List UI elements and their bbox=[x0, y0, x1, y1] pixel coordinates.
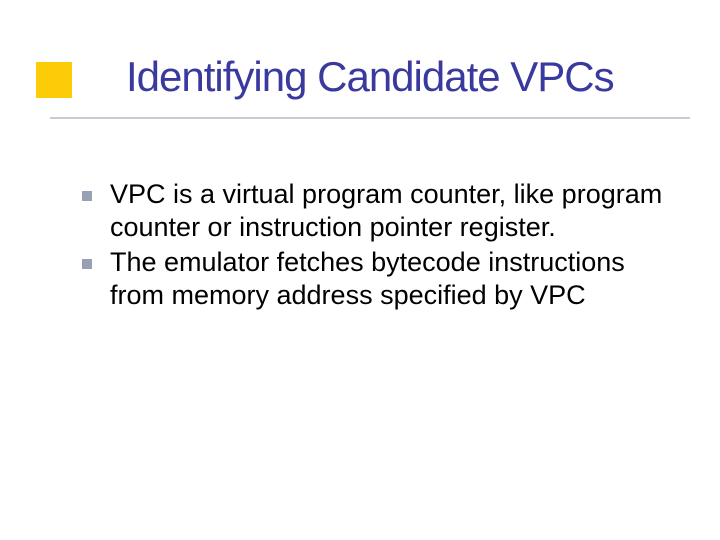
square-bullet-icon bbox=[82, 259, 92, 269]
list-item: The emulator fetches bytecode instructio… bbox=[82, 246, 664, 312]
square-bullet-icon bbox=[82, 191, 92, 201]
title-underline bbox=[50, 117, 690, 119]
bullet-text: VPC is a virtual program counter, like p… bbox=[110, 178, 664, 244]
title-area: Identifying Candidate VPCs bbox=[0, 54, 720, 100]
slide-title: Identifying Candidate VPCs bbox=[126, 54, 720, 100]
list-item: VPC is a virtual program counter, like p… bbox=[82, 178, 664, 244]
body-area: VPC is a virtual program counter, like p… bbox=[82, 178, 664, 314]
slide: Identifying Candidate VPCs VPC is a virt… bbox=[0, 0, 720, 540]
bullet-text: The emulator fetches bytecode instructio… bbox=[110, 246, 664, 312]
